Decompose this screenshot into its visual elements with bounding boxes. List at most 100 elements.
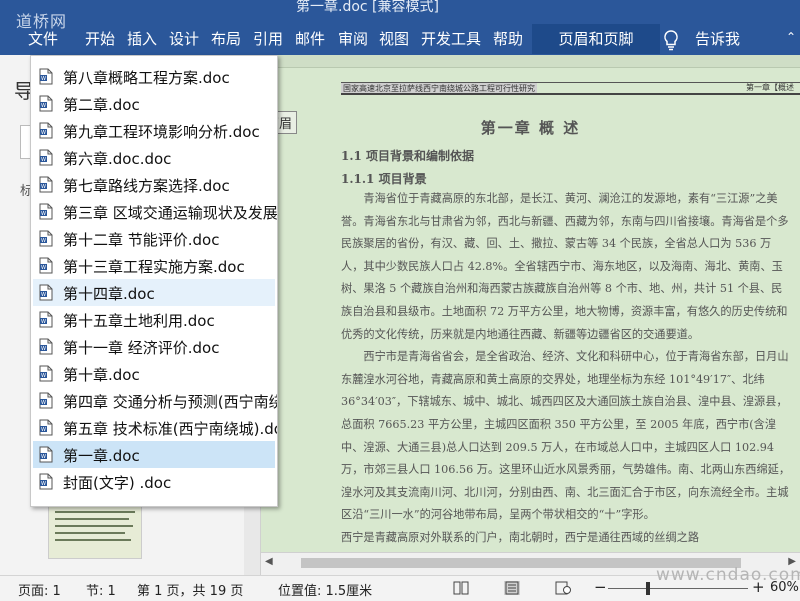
tell-me-search[interactable]: 告诉我 <box>695 24 740 54</box>
status-page-count[interactable]: 第 1 页，共 19 页 <box>137 580 243 599</box>
recent-file-item[interactable]: W 第五章 技术标准(西宁南绕城).doc <box>33 414 277 441</box>
title-bar: 道桥网 第一章.doc [兼容模式] <box>0 0 800 31</box>
recent-file-name: 第十四章.doc <box>63 285 155 303</box>
header-rule <box>341 82 800 83</box>
svg-text:W: W <box>41 319 46 325</box>
status-position[interactable]: 位置值: 1.5厘米 <box>278 580 372 599</box>
tab-mailings[interactable]: 邮件 <box>295 24 325 54</box>
word-document-icon: W <box>39 203 53 220</box>
tab-layout[interactable]: 布局 <box>211 24 241 54</box>
window-title: 第一章.doc [兼容模式] <box>296 0 439 15</box>
svg-text:W: W <box>41 427 46 433</box>
tab-help[interactable]: 帮助 <box>493 24 523 54</box>
section-heading: 1.1 项目背景和编制依据 <box>341 149 475 163</box>
recent-file-item[interactable]: W 第六章.doc.doc <box>33 144 275 171</box>
recent-file-item[interactable]: W 第四章 交通分析与预测(西宁南绕 <box>33 387 278 414</box>
recent-file-item[interactable]: W 第十五章土地利用.doc <box>33 306 275 333</box>
paragraph-2: 西宁市是青海省省会，是全省政治、经济、文化和科研中心，位于青海省东部，日月山东麓… <box>341 350 791 522</box>
recent-file-name: 封面(文字) .doc <box>63 474 172 492</box>
document-canvas[interactable]: 国家高速北京至拉萨线西宁南绕城公路工程可行性研究 第一章【概述 页眉 第一章 概… <box>261 55 800 552</box>
recent-file-item[interactable]: W 第十四章.doc <box>33 279 275 306</box>
recent-file-item[interactable]: W 第十章.doc <box>33 360 275 387</box>
word-document-icon: W <box>39 149 53 166</box>
zoom-out-button[interactable]: − <box>594 578 607 596</box>
page-header-chapter: 第一章【概述 <box>746 83 794 92</box>
word-document-icon: W <box>39 68 53 85</box>
recent-file-name: 第八章概略工程方案.doc <box>63 69 230 87</box>
recent-file-name: 第十三章工程实施方案.doc <box>63 258 245 276</box>
recent-file-item[interactable]: W 第十一章 经济评价.doc <box>33 333 275 360</box>
svg-text:W: W <box>41 454 46 460</box>
web-layout-icon[interactable] <box>555 581 571 595</box>
page-thumbnail[interactable] <box>48 505 142 559</box>
tab-review[interactable]: 审阅 <box>338 24 368 54</box>
tab-developer[interactable]: 开发工具 <box>421 24 481 54</box>
read-mode-icon[interactable] <box>453 581 469 595</box>
lightbulb-icon[interactable] <box>662 29 680 51</box>
recent-file-item[interactable]: W 第十三章工程实施方案.doc <box>33 252 275 279</box>
svg-text:W: W <box>41 373 46 379</box>
zoom-slider[interactable] <box>608 582 748 595</box>
word-document-icon: W <box>39 311 53 328</box>
tab-file[interactable]: 文件 <box>28 24 58 54</box>
recent-file-item[interactable]: W 封面(文字) .doc <box>33 468 275 495</box>
tab-design[interactable]: 设计 <box>169 24 199 54</box>
word-document-icon: W <box>39 446 53 463</box>
paragraph-1: 青海省位于青藏高原的东北部，是长江、黄河、澜沧江的发源地，素有“三江源”之美誉。… <box>341 192 789 341</box>
ribbon-tabs: 文件 开始 插入 设计 布局 引用 邮件 审阅 视图 开发工具 帮助 页眉和页脚… <box>0 24 800 54</box>
site-watermark: www.cndao.com <box>656 565 800 585</box>
status-page[interactable]: 页面: 1 <box>18 580 61 599</box>
svg-text:W: W <box>41 481 46 487</box>
word-document-icon: W <box>39 257 53 274</box>
scroll-left-icon[interactable]: ◀ <box>265 556 273 567</box>
recent-file-name: 第四章 交通分析与预测(西宁南绕 <box>63 393 278 411</box>
recent-file-name: 第二章.doc <box>63 96 140 114</box>
svg-text:W: W <box>41 157 46 163</box>
svg-text:W: W <box>41 211 46 217</box>
recent-file-item[interactable]: W 第七章路线方案选择.doc <box>33 171 275 198</box>
print-layout-icon[interactable] <box>504 581 520 595</box>
status-section[interactable]: 节: 1 <box>86 580 116 599</box>
tab-insert[interactable]: 插入 <box>127 24 157 54</box>
svg-text:W: W <box>41 292 46 298</box>
svg-text:W: W <box>41 238 46 244</box>
recent-file-item[interactable]: W 第九章工程环境影响分析.doc <box>33 117 275 144</box>
word-document-icon: W <box>39 95 53 112</box>
word-document-icon: W <box>39 284 53 301</box>
ribbon-collapse-icon[interactable]: ⌃ <box>786 30 796 44</box>
recent-file-item[interactable]: W 第三章 区域交通运输现状及发展 <box>33 198 278 225</box>
word-document-icon: W <box>39 419 53 436</box>
tab-home[interactable]: 开始 <box>85 24 115 54</box>
recent-file-name: 第十二章 节能评价.doc <box>63 231 220 249</box>
recent-file-name: 第七章路线方案选择.doc <box>63 177 230 195</box>
svg-text:W: W <box>41 346 46 352</box>
word-document-icon: W <box>39 122 53 139</box>
recent-file-name: 第六章.doc.doc <box>63 150 172 168</box>
recent-file-item[interactable]: W 第十二章 节能评价.doc <box>33 225 275 252</box>
recent-file-name: 第十章.doc <box>63 366 140 384</box>
recent-file-name: 第十五章土地利用.doc <box>63 312 215 330</box>
svg-text:W: W <box>41 130 46 136</box>
recent-file-item[interactable]: W 第八章概略工程方案.doc <box>33 63 275 90</box>
word-document-icon: W <box>39 338 53 355</box>
tab-header-footer[interactable]: 页眉和页脚 <box>532 24 660 54</box>
word-document-icon: W <box>39 230 53 247</box>
ribbon: 道桥网 第一章.doc [兼容模式] 文件 开始 插入 设计 布局 引用 邮件 … <box>0 0 800 55</box>
svg-text:W: W <box>41 76 46 82</box>
zoom-slider-knob[interactable] <box>646 582 650 595</box>
svg-text:W: W <box>41 184 46 190</box>
recent-file-item[interactable]: W 第二章.doc <box>33 90 275 117</box>
recent-file-name: 第九章工程环境影响分析.doc <box>63 123 260 141</box>
subsection-heading: 1.1.1 项目背景 <box>341 172 427 186</box>
recent-file-name: 第三章 区域交通运输现状及发展 <box>63 204 278 222</box>
word-document-icon: W <box>39 176 53 193</box>
svg-text:W: W <box>41 265 46 271</box>
horizontal-ruler[interactable] <box>261 55 800 68</box>
word-document-icon: W <box>39 473 53 490</box>
tab-view[interactable]: 视图 <box>379 24 409 54</box>
paragraph-3: 西宁是青藏高原对外联系的门户，南北朝时，西宁是通往西域的丝绸之路 <box>341 530 700 544</box>
tab-references[interactable]: 引用 <box>253 24 283 54</box>
header-rule-thick <box>341 93 800 95</box>
recent-files-dropdown: W 第八章概略工程方案.doc W 第二章.doc W 第九章工程环境影响分析.doc W 第… <box>30 55 278 507</box>
recent-file-item[interactable]: W 第一章.doc <box>33 441 275 468</box>
